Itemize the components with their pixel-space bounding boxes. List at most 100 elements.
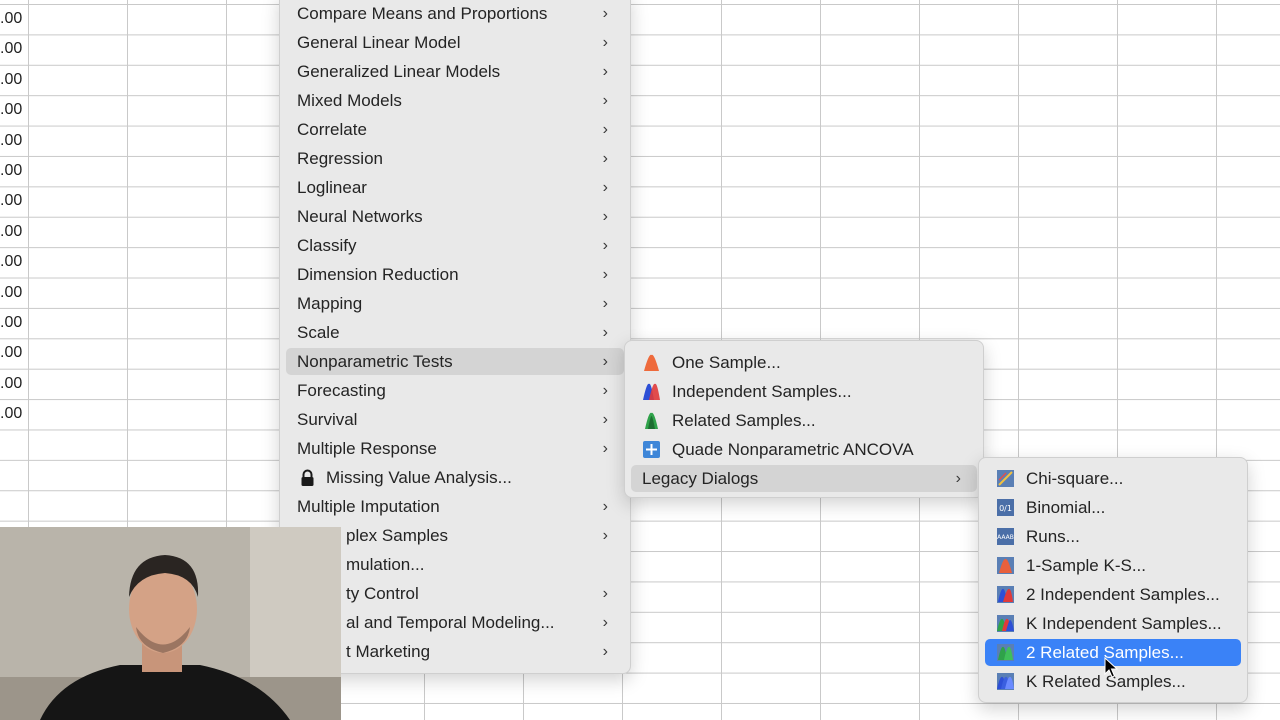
svg-text:0/1: 0/1 bbox=[999, 504, 1012, 513]
menu-item-one-sample[interactable]: One Sample... bbox=[631, 349, 977, 376]
menu-item-label: Dimension Reduction bbox=[297, 265, 459, 284]
chevron-right-icon: › bbox=[602, 179, 608, 196]
chevron-right-icon: › bbox=[602, 208, 608, 225]
menu-item-multiple-response[interactable]: Multiple Response › bbox=[286, 435, 624, 462]
menu-item-label: K Independent Samples... bbox=[1026, 614, 1222, 633]
menu-item-label: t Marketing bbox=[346, 642, 431, 661]
chevron-right-icon: › bbox=[602, 150, 608, 167]
runs-icon: AAAB bbox=[997, 528, 1014, 545]
menu-item-k-independent-samples[interactable]: K Independent Samples... bbox=[985, 610, 1241, 637]
chevron-right-icon: › bbox=[602, 92, 608, 109]
one-sample-icon bbox=[644, 354, 659, 371]
menu-item-label: Runs... bbox=[1026, 527, 1080, 546]
cell-value[interactable]: .00 bbox=[0, 34, 26, 64]
menu-item-generalized-linear-models[interactable]: Generalized Linear Models › bbox=[286, 58, 624, 85]
menu-item-neural-networks[interactable]: Neural Networks › bbox=[286, 203, 624, 230]
menu-item-label: Survival bbox=[297, 410, 358, 429]
menu-item-label: Binomial... bbox=[1026, 498, 1106, 517]
one-sample-ks-icon bbox=[997, 557, 1014, 574]
menu-item-regression[interactable]: Regression › bbox=[286, 145, 624, 172]
cell-value[interactable]: .00 bbox=[0, 217, 26, 247]
menu-item-two-independent-samples[interactable]: 2 Independent Samples... bbox=[985, 581, 1241, 608]
webcam-overlay bbox=[0, 527, 341, 720]
cell-value[interactable]: .00 bbox=[0, 186, 26, 216]
cell-value[interactable]: .00 bbox=[0, 278, 26, 308]
cell-value[interactable]: .00 bbox=[0, 247, 26, 277]
menu-item-label: Mapping bbox=[297, 294, 363, 313]
menu-item-compare-means[interactable]: Compare Means and Proportions › bbox=[286, 0, 624, 27]
cell-value[interactable]: .00 bbox=[0, 95, 26, 125]
menu-item-label: Related Samples... bbox=[672, 411, 816, 430]
related-samples-icon bbox=[645, 412, 658, 429]
menu-item-label: Compare Means and Proportions bbox=[297, 4, 548, 23]
menu-item-related-samples[interactable]: Related Samples... bbox=[631, 407, 977, 434]
menu-item-independent-samples[interactable]: Independent Samples... bbox=[631, 378, 977, 405]
menu-item-binomial[interactable]: 0/1 Binomial... bbox=[985, 494, 1241, 521]
two-independent-samples-icon bbox=[997, 586, 1014, 603]
menu-item-label: plex Samples bbox=[346, 526, 449, 545]
k-related-samples-icon bbox=[997, 673, 1014, 690]
chevron-right-icon: › bbox=[602, 614, 608, 631]
menu-item-label: 1-Sample K-S... bbox=[1026, 556, 1146, 575]
menu-item-mixed-models[interactable]: Mixed Models › bbox=[286, 87, 624, 114]
nonparametric-tests-submenu: One Sample... Independent Samples... Rel… bbox=[624, 340, 984, 498]
menu-item-runs[interactable]: AAAB Runs... bbox=[985, 523, 1241, 550]
chevron-right-icon: › bbox=[955, 470, 961, 487]
menu-item-label: Multiple Response bbox=[297, 439, 437, 458]
menu-item-correlate[interactable]: Correlate › bbox=[286, 116, 624, 143]
chi-square-icon bbox=[997, 470, 1014, 487]
menu-item-legacy-dialogs[interactable]: Legacy Dialogs › bbox=[631, 465, 977, 492]
menu-item-survival[interactable]: Survival › bbox=[286, 406, 624, 433]
cell-value[interactable]: .00 bbox=[0, 369, 26, 399]
chevron-right-icon: › bbox=[602, 237, 608, 254]
menu-item-classify[interactable]: Classify › bbox=[286, 232, 624, 259]
chevron-right-icon: › bbox=[602, 266, 608, 283]
menu-item-scale[interactable]: Scale › bbox=[286, 319, 624, 346]
menu-item-label: Quade Nonparametric ANCOVA bbox=[672, 440, 914, 459]
menu-item-multiple-imputation[interactable]: Multiple Imputation › bbox=[286, 493, 624, 520]
menu-item-label: Mixed Models bbox=[297, 91, 402, 110]
menu-item-label: Multiple Imputation bbox=[297, 497, 440, 516]
menu-item-mapping[interactable]: Mapping › bbox=[286, 290, 624, 317]
chevron-right-icon: › bbox=[602, 527, 608, 544]
menu-item-loglinear[interactable]: Loglinear › bbox=[286, 174, 624, 201]
chevron-right-icon: › bbox=[602, 643, 608, 660]
chevron-right-icon: › bbox=[602, 585, 608, 602]
chevron-right-icon: › bbox=[602, 5, 608, 22]
menu-item-dimension-reduction[interactable]: Dimension Reduction › bbox=[286, 261, 624, 288]
presenter-video bbox=[0, 527, 341, 720]
menu-item-label: Nonparametric Tests bbox=[297, 352, 453, 371]
cell-value[interactable]: .00 bbox=[0, 399, 26, 429]
menu-item-label: Scale bbox=[297, 323, 340, 342]
cell-value[interactable]: .00 bbox=[0, 308, 26, 338]
menu-item-label: Classify bbox=[297, 236, 357, 255]
menu-item-label: Forecasting bbox=[297, 381, 386, 400]
menu-item-forecasting[interactable]: Forecasting › bbox=[286, 377, 624, 404]
menu-item-general-linear-model[interactable]: General Linear Model › bbox=[286, 29, 624, 56]
cell-value[interactable]: .00 bbox=[0, 126, 26, 156]
menu-item-label: Regression bbox=[297, 149, 383, 168]
chevron-right-icon: › bbox=[602, 34, 608, 51]
menu-item-label: al and Temporal Modeling... bbox=[346, 613, 555, 632]
menu-item-label: Correlate bbox=[297, 120, 367, 139]
mouse-cursor-icon bbox=[1104, 657, 1118, 678]
chevron-right-icon: › bbox=[602, 121, 608, 138]
menu-item-one-sample-ks[interactable]: 1-Sample K-S... bbox=[985, 552, 1241, 579]
menu-item-missing-value-analysis[interactable]: Missing Value Analysis... bbox=[286, 464, 624, 491]
menu-item-label: Loglinear bbox=[297, 178, 367, 197]
chevron-right-icon: › bbox=[602, 411, 608, 428]
menu-item-label: Neural Networks bbox=[297, 207, 423, 226]
menu-item-label: ty Control bbox=[346, 584, 419, 603]
menu-item-nonparametric-tests[interactable]: Nonparametric Tests › bbox=[286, 348, 624, 375]
cell-value[interactable]: .00 bbox=[0, 338, 26, 368]
menu-item-quade-ancova[interactable]: Quade Nonparametric ANCOVA bbox=[631, 436, 977, 463]
menu-item-label: General Linear Model bbox=[297, 33, 461, 52]
cell-value[interactable]: .00 bbox=[0, 156, 26, 186]
two-related-samples-icon bbox=[997, 644, 1014, 661]
lock-icon bbox=[301, 469, 314, 486]
menu-item-label: Independent Samples... bbox=[672, 382, 852, 401]
menu-item-label: Missing Value Analysis... bbox=[326, 468, 512, 487]
cell-value[interactable]: .00 bbox=[0, 4, 26, 34]
menu-item-chi-square[interactable]: Chi-square... bbox=[985, 465, 1241, 492]
cell-value[interactable]: .00 bbox=[0, 65, 26, 95]
